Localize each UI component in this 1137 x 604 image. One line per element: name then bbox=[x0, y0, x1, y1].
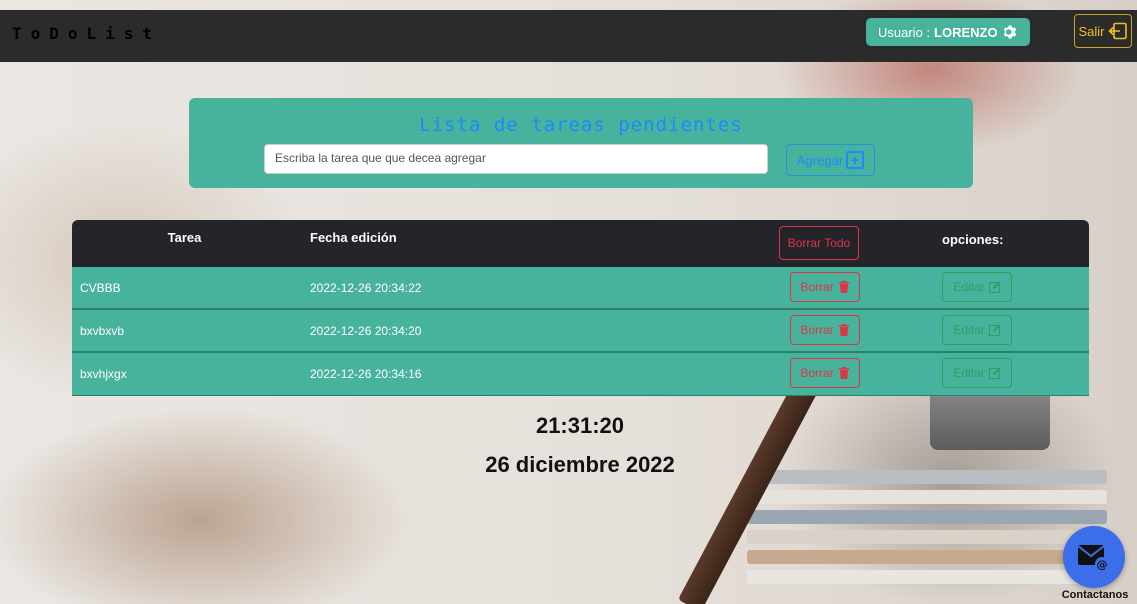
delete-label: Borrar bbox=[800, 366, 834, 380]
form-title: Lista de tareas pendientes bbox=[419, 114, 743, 136]
header-options: opciones: bbox=[942, 232, 1004, 247]
task-date: 2022-12-26 20:34:16 bbox=[310, 367, 422, 381]
table-row: CVBBB 2022-12-26 20:34:22 Borrar Editar bbox=[72, 267, 1089, 310]
edit-button[interactable]: Editar bbox=[942, 272, 1012, 302]
mail-at-icon: @ bbox=[1077, 545, 1109, 571]
gear-icon[interactable] bbox=[1002, 24, 1018, 40]
table-row: bxvhjxgx 2022-12-26 20:34:16 Borrar Edit… bbox=[72, 353, 1089, 396]
trash-icon bbox=[838, 324, 849, 336]
plus-square-icon: + bbox=[846, 151, 865, 169]
contact-button[interactable]: @ bbox=[1063, 526, 1125, 588]
task-form-card: Lista de tareas pendientes Agregar + bbox=[189, 98, 973, 188]
task-input[interactable] bbox=[264, 144, 768, 174]
task-name: bxvhjxgx bbox=[80, 367, 127, 381]
task-name: bxvbxvb bbox=[80, 324, 125, 338]
edit-button[interactable]: Editar bbox=[942, 358, 1012, 388]
user-name: LORENZO bbox=[934, 24, 998, 40]
task-date: 2022-12-26 20:34:22 bbox=[310, 281, 422, 295]
delete-button[interactable]: Borrar bbox=[790, 272, 860, 302]
clock-time: 21:31:20 bbox=[535, 413, 625, 438]
brand-logo[interactable]: ToDoList bbox=[12, 24, 161, 43]
book-decor bbox=[747, 510, 1107, 524]
contact-label[interactable]: Contactanos bbox=[1056, 589, 1134, 601]
trash-icon bbox=[838, 281, 849, 293]
delete-button[interactable]: Borrar bbox=[790, 358, 860, 388]
logout-icon bbox=[1107, 22, 1127, 40]
delete-label: Borrar bbox=[800, 323, 834, 337]
book-decor bbox=[747, 570, 1107, 584]
clock-date: 26 diciembre 2022 bbox=[485, 452, 675, 477]
table-header: Tarea Fecha edición Borrar Todo opciones… bbox=[72, 220, 1089, 267]
header-task: Tarea bbox=[167, 230, 202, 245]
add-task-button[interactable]: Agregar + bbox=[786, 144, 875, 176]
edit-icon bbox=[988, 282, 1000, 293]
trash-icon bbox=[838, 367, 849, 379]
svg-text:@: @ bbox=[1097, 558, 1108, 571]
header-date: Fecha edición bbox=[310, 230, 397, 245]
edit-label: Editar bbox=[953, 366, 985, 380]
task-name: CVBBB bbox=[80, 281, 121, 295]
delete-all-button[interactable]: Borrar Todo bbox=[779, 226, 859, 260]
strap-decor bbox=[677, 370, 823, 604]
task-date: 2022-12-26 20:34:20 bbox=[310, 324, 422, 338]
delete-label: Borrar bbox=[800, 280, 834, 294]
navbar: ToDoList Usuario : LORENZO Salir bbox=[0, 10, 1137, 62]
delete-button[interactable]: Borrar bbox=[790, 315, 860, 345]
book-decor bbox=[747, 530, 1107, 544]
logout-label: Salir bbox=[1078, 23, 1105, 39]
edit-icon bbox=[988, 368, 1000, 379]
user-prefix: Usuario : bbox=[878, 24, 931, 40]
tasks-table: Tarea Fecha edición Borrar Todo opciones… bbox=[72, 220, 1089, 396]
edit-button[interactable]: Editar bbox=[942, 315, 1012, 345]
book-decor bbox=[747, 490, 1107, 504]
table-row: bxvbxvb 2022-12-26 20:34:20 Borrar Edita… bbox=[72, 310, 1089, 353]
user-badge[interactable]: Usuario : LORENZO bbox=[866, 18, 1030, 46]
edit-label: Editar bbox=[953, 323, 985, 337]
logout-button[interactable]: Salir bbox=[1074, 14, 1132, 48]
edit-icon bbox=[988, 325, 1000, 336]
edit-label: Editar bbox=[953, 280, 985, 294]
add-task-label: Agregar bbox=[796, 152, 844, 168]
book-decor bbox=[747, 550, 1107, 564]
